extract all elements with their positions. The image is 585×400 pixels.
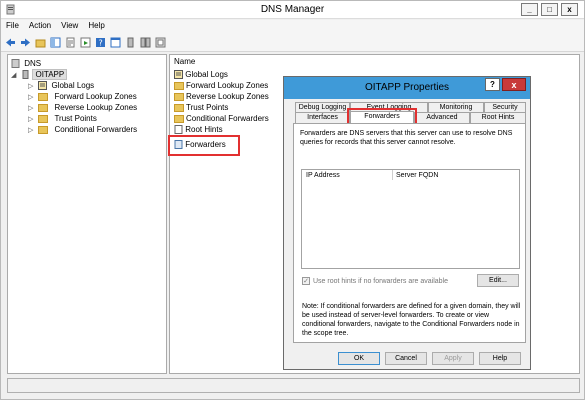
list-item-label: Root Hints <box>185 125 223 134</box>
document-icon <box>174 125 183 135</box>
edit-button[interactable]: Edit... <box>477 274 519 287</box>
dialog-close-button[interactable]: x <box>502 78 526 91</box>
properties-dialog: OITAPP Properties ? x Debug Logging Even… <box>283 76 531 370</box>
console-tree: DNS ◢ OITAPP ▷ Global Logs ▷ Forward Loo… <box>7 54 167 374</box>
forward-arrow-icon[interactable] <box>20 37 31 48</box>
tree-node-oitapp[interactable]: ◢ OITAPP <box>11 69 68 81</box>
help-icon[interactable]: ? <box>95 37 106 48</box>
column-header-server-fqdn[interactable]: Server FQDN <box>396 172 438 179</box>
show-hide-tree-icon[interactable] <box>50 37 61 48</box>
log-icon <box>38 81 48 91</box>
tree-node-global-logs[interactable]: ▷ Global Logs <box>28 80 96 91</box>
menu-help[interactable]: Help <box>83 20 109 34</box>
status-bar <box>7 378 580 393</box>
console-tree-icon[interactable] <box>110 37 121 48</box>
folder-icon <box>174 92 184 101</box>
menu-bar: File Action View Help <box>1 20 584 34</box>
back-arrow-icon[interactable] <box>5 37 16 48</box>
folder-icon <box>38 103 49 112</box>
minimize-button[interactable]: _ <box>521 3 538 16</box>
list-item-label: Conditional Forwarders <box>186 114 269 123</box>
menu-action[interactable]: Action <box>24 20 56 34</box>
tree-label-reverse-lookup-zones: Reverse Lookup Zones <box>54 103 138 112</box>
ok-button[interactable]: OK <box>338 352 380 365</box>
folder-icon <box>174 103 184 112</box>
folder-icon <box>174 114 184 123</box>
list-item-conditional-forwarders[interactable]: Conditional Forwarders <box>174 113 269 124</box>
checkbox-box[interactable]: ✓ <box>302 277 310 285</box>
server-icon[interactable] <box>125 37 136 48</box>
checkbox-label: Use root hints if no forwarders are avai… <box>313 277 449 285</box>
forwarders-panel: Forwarders are DNS servers that this ser… <box>293 123 526 343</box>
list-item-label: Trust Points <box>186 103 229 112</box>
zone-icon[interactable] <box>155 37 166 48</box>
folder-icon <box>38 92 49 101</box>
column-separator <box>392 170 393 180</box>
tree-node-dns[interactable]: DNS <box>11 58 43 69</box>
menu-file[interactable]: File <box>1 20 24 34</box>
list-item-label: Global Logs <box>185 70 228 79</box>
folder-icon <box>38 125 49 134</box>
list-item-forward-lookup-zones[interactable]: Forward Lookup Zones <box>174 80 268 91</box>
up-folder-icon[interactable] <box>35 37 46 48</box>
tab-root-hints[interactable]: Root Hints <box>470 112 526 123</box>
svg-text:?: ? <box>99 39 103 48</box>
close-button[interactable]: x <box>561 3 578 16</box>
title-bar: DNS Manager _ □ x <box>1 1 584 19</box>
dialog-help-button[interactable]: ? <box>485 78 500 91</box>
maximize-button[interactable]: □ <box>541 3 558 16</box>
tree-node-conditional-forwarders[interactable]: ▷ Conditional Forwarders <box>28 124 139 135</box>
list-item-label: Reverse Lookup Zones <box>186 92 269 101</box>
tree-label-oitapp: OITAPP <box>32 69 68 80</box>
forwarders-description: Forwarders are DNS servers that this ser… <box>300 130 513 146</box>
list-item-root-hints[interactable]: Root Hints <box>174 124 223 135</box>
tree-label-dns: DNS <box>24 59 42 68</box>
menu-view[interactable]: View <box>56 20 83 34</box>
forwarders-grid[interactable]: IP Address Server FQDN <box>301 169 520 269</box>
server-node-icon <box>22 70 29 80</box>
list-item-reverse-lookup-zones[interactable]: Reverse Lookup Zones <box>174 91 269 102</box>
cancel-button[interactable]: Cancel <box>385 352 427 365</box>
collapsed-arrow-icon[interactable]: ▷ <box>28 125 36 136</box>
tree-node-reverse-lookup-zones[interactable]: ▷ Reverse Lookup Zones <box>28 102 139 113</box>
refresh-icon[interactable] <box>80 37 91 48</box>
list-item-trust-points[interactable]: Trust Points <box>174 102 228 113</box>
tree-label-forward-lookup-zones: Forward Lookup Zones <box>54 92 137 101</box>
apply-button[interactable]: Apply <box>432 352 474 365</box>
tree-label-conditional-forwarders: Conditional Forwarders <box>54 125 138 134</box>
toolbar: ? <box>1 34 584 52</box>
conditional-forwarders-note: Note: If conditional forwarders are defi… <box>302 303 521 337</box>
list-item-label: Forward Lookup Zones <box>186 81 269 90</box>
dialog-title-bar: OITAPP Properties ? x <box>284 77 530 99</box>
tab-interfaces[interactable]: Interfaces <box>295 112 350 123</box>
tree-label-trust-points: Trust Points <box>54 114 97 123</box>
expanded-arrow-icon[interactable]: ◢ <box>11 70 19 81</box>
list-item-global-logs[interactable]: Global Logs <box>174 69 228 80</box>
column-header-name[interactable]: Name <box>174 57 195 66</box>
tab-advanced[interactable]: Advanced <box>414 112 470 123</box>
window-title: DNS Manager <box>260 4 325 15</box>
tree-node-forward-lookup-zones[interactable]: ▷ Forward Lookup Zones <box>28 91 139 102</box>
tree-node-trust-points[interactable]: ▷ Trust Points <box>28 113 99 124</box>
tree-label-global-logs: Global Logs <box>51 81 95 90</box>
folder-icon <box>174 81 184 90</box>
server-list-icon[interactable] <box>140 37 151 48</box>
use-root-hints-checkbox[interactable]: ✓ Use root hints if no forwarders are av… <box>302 277 448 285</box>
help-button[interactable]: Help <box>479 352 521 365</box>
log-icon <box>174 70 183 80</box>
folder-icon <box>38 114 49 123</box>
highlight-box <box>168 135 240 156</box>
dns-icon <box>11 59 20 69</box>
column-header-ip-address[interactable]: IP Address <box>306 172 340 179</box>
properties-icon[interactable] <box>65 37 76 48</box>
